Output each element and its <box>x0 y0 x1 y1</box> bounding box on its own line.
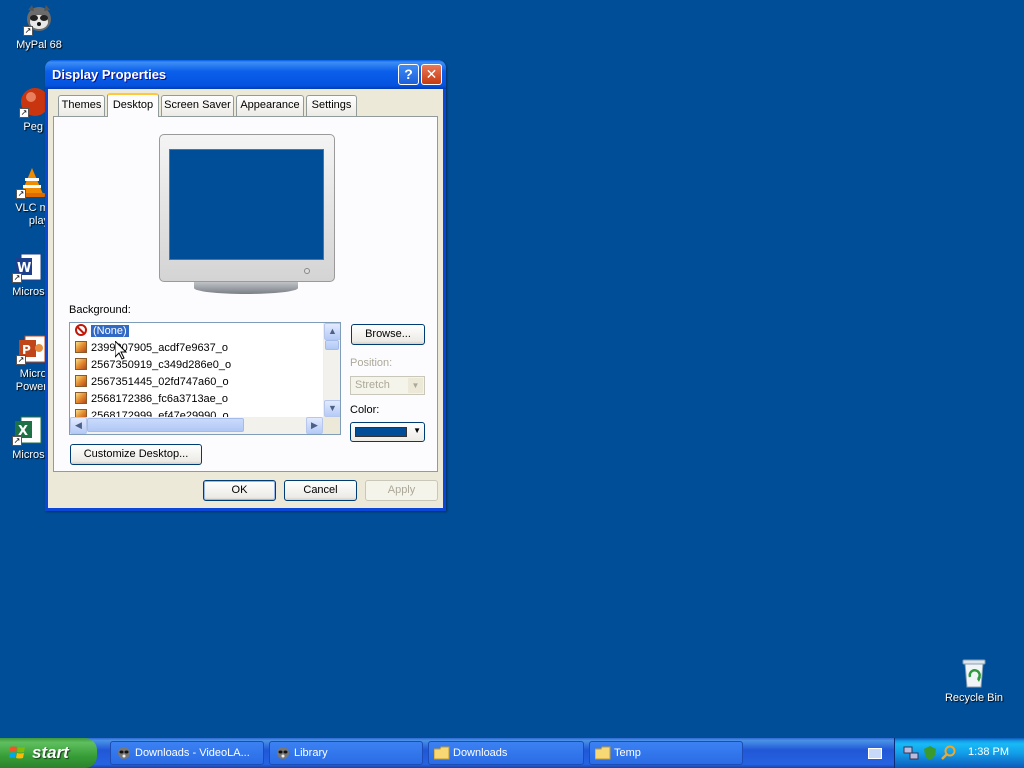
windows-logo-icon <box>9 746 25 759</box>
preview-screen <box>169 149 324 260</box>
scroll-right-arrow-icon[interactable]: ▶ <box>306 417 323 434</box>
list-item-label: (None) <box>90 324 130 338</box>
color-label: Color: <box>350 404 380 416</box>
start-label: start <box>32 743 69 762</box>
chevron-down-icon: ▼ <box>413 426 421 435</box>
image-file-icon <box>75 341 87 353</box>
taskbar-button-label: Downloads - VideoLA... <box>135 747 250 759</box>
taskbar-button-downloads[interactable]: Downloads <box>428 741 584 765</box>
list-item[interactable]: 2568172386_fc6a3713ae_o <box>70 391 323 408</box>
chevron-down-icon: ▼ <box>408 378 423 393</box>
taskbar-button-library[interactable]: Library <box>269 741 423 765</box>
background-label: Background: <box>69 304 131 316</box>
list-item-label: 2399307905_acdf7e9637_o <box>91 342 229 354</box>
list-item[interactable]: 2567350919_c349d286e0_o <box>70 357 323 374</box>
folder-icon <box>434 746 450 760</box>
desktop-icon-label: MyPal 68 <box>16 39 62 51</box>
taskbar-button-label: Downloads <box>453 747 508 759</box>
list-item[interactable]: 2567351445_02fd747a60_o <box>70 374 323 391</box>
customize-desktop-button[interactable]: Customize Desktop... <box>70 444 202 465</box>
shortcut-arrow-icon: ↗ <box>16 355 26 365</box>
vertical-scroll-thumb[interactable] <box>325 340 339 350</box>
raccoon-icon: ↗ <box>23 4 55 36</box>
help-icon: ? <box>404 66 413 82</box>
shortcut-arrow-icon: ↗ <box>19 108 29 118</box>
ok-button[interactable]: OK <box>203 480 276 501</box>
dialog-titlebar[interactable]: Display Properties ? ✕ <box>45 60 446 89</box>
tab-screen-saver[interactable]: Screen Saver <box>161 95 234 116</box>
excel-icon: X ↗ <box>12 414 44 446</box>
shortcut-arrow-icon: ↗ <box>12 273 22 283</box>
scroll-down-arrow-icon[interactable]: ▼ <box>324 400 340 417</box>
tab-themes[interactable]: Themes <box>58 95 105 116</box>
shortcut-arrow-icon: ↗ <box>12 436 22 446</box>
vlc-cone-icon: ↗ <box>16 167 48 199</box>
color-swatch <box>355 427 407 437</box>
horizontal-scroll-thumb[interactable] <box>87 418 244 432</box>
desktop-icon-label: Recycle Bin <box>944 692 1004 704</box>
position-select[interactable]: Stretch ▼ <box>350 376 425 395</box>
keyboard-language-icon[interactable] <box>868 748 882 759</box>
close-button[interactable]: ✕ <box>421 64 442 85</box>
horizontal-scrollbar[interactable]: ◀ ▶ <box>70 417 323 434</box>
desktop-tab-panel: Background: (None) 2399307905_acdf7e9637… <box>53 116 438 472</box>
network-icon[interactable] <box>903 745 919 761</box>
image-file-icon <box>75 392 87 404</box>
powerpoint-icon: P ↗ <box>16 333 48 365</box>
position-value: Stretch <box>355 379 390 391</box>
system-tray: 1:38 PM <box>894 738 1024 768</box>
list-item-label: 2568172999_ef47e29990_o <box>91 410 229 417</box>
none-icon <box>75 324 87 336</box>
taskbar-button-label: Library <box>294 747 328 759</box>
list-item[interactable]: 2568172999_ef47e29990_o <box>70 408 323 417</box>
raccoon-icon <box>118 747 130 759</box>
image-file-icon <box>75 358 87 370</box>
list-item[interactable]: (None) <box>70 323 323 340</box>
scroll-up-arrow-icon[interactable]: ▲ <box>324 323 340 340</box>
clock[interactable]: 1:38 PM <box>968 746 1009 758</box>
scrollbar-corner <box>323 417 340 434</box>
image-file-icon <box>75 409 87 417</box>
cancel-button[interactable]: Cancel <box>284 480 357 501</box>
list-item-label: 2567350919_c349d286e0_o <box>91 359 232 371</box>
help-button[interactable]: ? <box>398 64 419 85</box>
word-icon: W ↗ <box>12 251 44 283</box>
desktop-icon-recycle-bin[interactable]: Recycle Bin <box>936 657 1012 705</box>
desktop-icon-mypal[interactable]: ↗ MyPal 68 <box>1 4 77 52</box>
dialog-title: Display Properties <box>52 67 167 82</box>
image-file-icon <box>75 375 87 387</box>
browse-button[interactable]: Browse... <box>351 324 425 345</box>
color-picker-button[interactable]: ▼ <box>350 422 425 442</box>
background-listbox[interactable]: (None) 2399307905_acdf7e9637_o 256735091… <box>69 322 341 435</box>
start-button[interactable]: start <box>0 738 97 768</box>
folder-icon <box>595 746 611 760</box>
mouse-pointer-icon <box>115 341 127 360</box>
list-item-label: 2567351445_02fd747a60_o <box>91 376 229 388</box>
close-icon: ✕ <box>425 66 438 82</box>
taskbar-button-label: Temp <box>614 747 641 759</box>
position-label: Position: <box>350 357 393 369</box>
search-icon[interactable] <box>941 745 957 761</box>
tab-desktop[interactable]: Desktop <box>107 93 159 117</box>
security-shield-icon[interactable] <box>922 745 938 761</box>
display-properties-dialog: Display Properties ? ✕ Themes Desktop Sc… <box>45 60 446 511</box>
apply-button[interactable]: Apply <box>365 480 438 501</box>
taskbar-button-downloads-videolan[interactable]: Downloads - VideoLA... <box>110 741 264 765</box>
power-led-icon <box>304 268 310 274</box>
taskbar-button-temp[interactable]: Temp <box>589 741 743 765</box>
list-item[interactable]: 2399307905_acdf7e9637_o <box>70 340 323 357</box>
tab-settings[interactable]: Settings <box>306 95 357 116</box>
monitor-stand <box>194 282 298 294</box>
recycle-bin-icon <box>958 657 990 689</box>
vertical-scrollbar[interactable]: ▲ ▼ <box>323 323 340 417</box>
shortcut-arrow-icon: ↗ <box>23 26 33 36</box>
scroll-left-arrow-icon[interactable]: ◀ <box>70 417 87 434</box>
shortcut-arrow-icon: ↗ <box>16 189 26 199</box>
raccoon-icon <box>277 747 289 759</box>
list-item-label: 2568172386_fc6a3713ae_o <box>91 393 229 405</box>
tab-appearance[interactable]: Appearance <box>236 95 304 116</box>
monitor-preview <box>159 134 335 282</box>
